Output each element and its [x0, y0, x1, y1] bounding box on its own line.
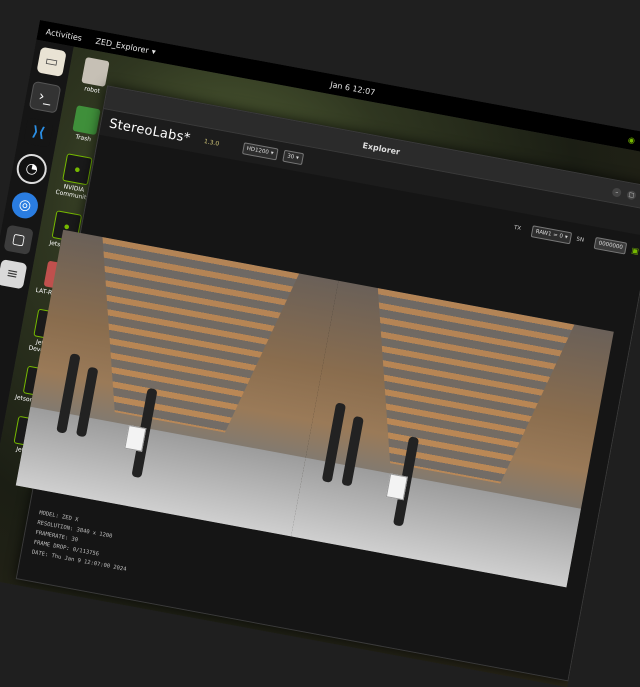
terminal-icon[interactable]: ›_	[28, 80, 62, 114]
atrium-structure	[347, 288, 575, 492]
floor	[291, 457, 581, 588]
fps-select-value: 30	[286, 153, 295, 161]
chromium-icon[interactable]: ◎	[9, 190, 41, 221]
left-camera-frame	[15, 229, 339, 537]
maximize-icon[interactable]: □	[626, 189, 637, 200]
minimize-icon[interactable]: –	[611, 186, 623, 198]
atrium-structure	[72, 237, 300, 441]
desktop-icon-label: Trash	[74, 133, 92, 144]
explorer-window: Explorer – □ × StereoLabs* 1.3.0 HD1200 …	[15, 85, 640, 682]
version-label: 1.3.0	[203, 137, 220, 148]
home-folder-icon	[81, 57, 110, 87]
vscode-icon[interactable]: ⟩⟨	[23, 117, 54, 148]
desktop-screen: Activities ZED_Explorer ▾ Jan 6 12:07 ◉ …	[0, 20, 640, 687]
chevron-down-icon: ▾	[295, 155, 300, 162]
system-tray[interactable]: ◉ ⇅ ⏻	[627, 134, 640, 150]
chevron-down-icon: ▾	[270, 150, 274, 157]
record-icon[interactable]: ▣	[631, 245, 640, 255]
resolution-select[interactable]: HD1200 ▾	[241, 142, 279, 161]
fps-select[interactable]: 30 ▾	[282, 149, 304, 166]
tx-select[interactable]: RAW1 = 0 ▾	[530, 225, 573, 245]
files-icon[interactable]: ▭	[36, 46, 67, 77]
tx-select-value: RAW1 = 0	[535, 228, 564, 240]
obs-icon[interactable]: ◔	[14, 151, 50, 187]
window-controls: – □ ×	[611, 186, 640, 203]
desktop-icon-label: robot	[83, 85, 101, 96]
chevron-down-icon: ▾	[150, 46, 157, 57]
sn-input[interactable]: 0000000	[593, 236, 628, 255]
app-icon[interactable]: ▢	[3, 224, 34, 255]
trash-icon	[72, 105, 101, 136]
resolution-select-value: HD1200	[246, 145, 270, 156]
camera-info: MODEL: ZED X RESOLUTION: 3840 x 1200 FRA…	[31, 508, 135, 575]
sn-input-value: 0000000	[598, 240, 624, 251]
right-camera-frame	[291, 280, 614, 588]
activities-button[interactable]: Activities	[45, 27, 83, 43]
chevron-down-icon: ▾	[564, 234, 569, 241]
tx-label: TX	[513, 224, 522, 233]
nvidia-icon: ●	[62, 153, 93, 186]
text-editor-icon[interactable]: ≡	[0, 259, 28, 290]
sn-label: SN	[575, 236, 585, 244]
nvidia-tray-icon[interactable]: ◉	[627, 135, 636, 145]
